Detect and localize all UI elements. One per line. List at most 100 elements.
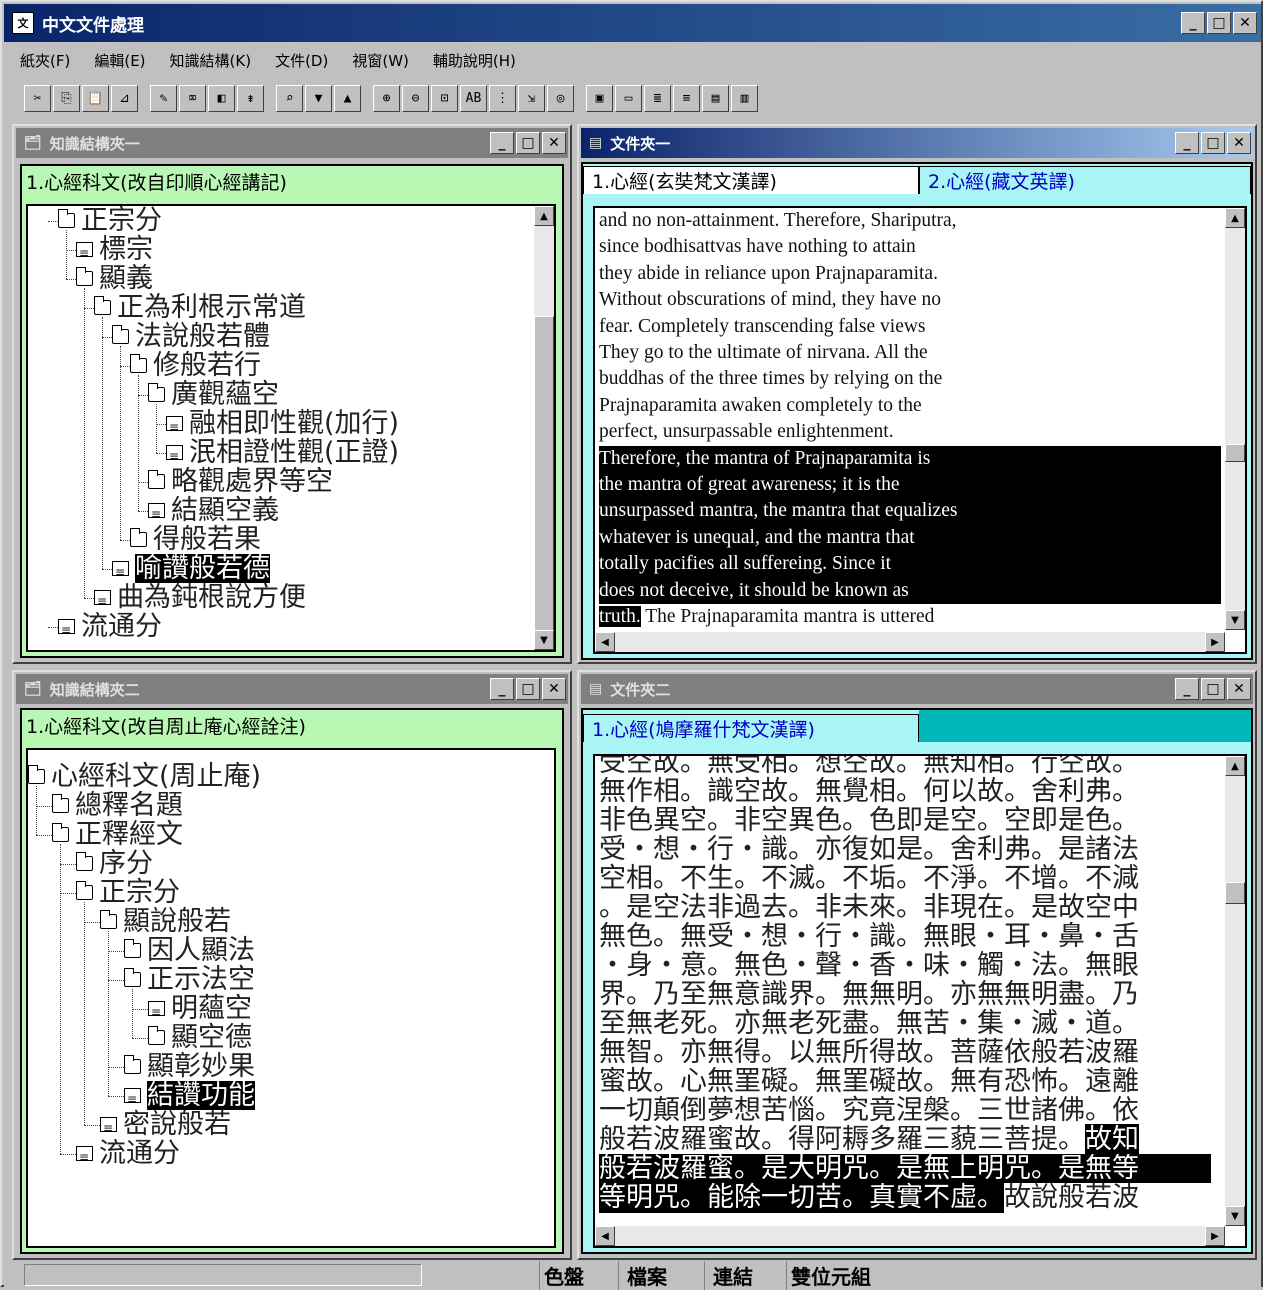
tree-node[interactable]: 融相即性觀(加行) (166, 409, 399, 442)
tree-node[interactable]: 略觀處界等空 (148, 467, 333, 496)
panel-minimize-button[interactable]: _ (490, 678, 514, 700)
scroll-down-button[interactable]: ▼ (1225, 610, 1245, 630)
scroll-right-button[interactable]: ▶ (1205, 1226, 1225, 1246)
doc1-icon[interactable]: ▤ (702, 84, 729, 112)
panel-minimize-button[interactable]: _ (1175, 132, 1199, 154)
export-icon[interactable]: ⇲ (518, 84, 545, 112)
tab-doc-xuanzang[interactable]: 1.心經(玄奘梵文漢譯) (583, 166, 919, 194)
panel-maximize-button[interactable]: □ (1201, 678, 1225, 700)
menu-help[interactable]: 輔助說明(H) (433, 50, 516, 71)
tab-doc-kumarajiva[interactable]: 1.心經(鳩摩羅什梵文漢譯) (583, 714, 919, 742)
palette-icon[interactable]: ◎ (547, 84, 574, 112)
panel-close-button[interactable]: ✕ (542, 678, 566, 700)
status-file[interactable]: 檔案 (618, 1261, 667, 1290)
scroll-right-button[interactable]: ▶ (1205, 632, 1225, 652)
tree-node[interactable]: 顯空德 (148, 1023, 252, 1052)
menu-window[interactable]: 視窗(W) (352, 50, 409, 71)
menu-knowledge[interactable]: 知識結構(K) (170, 50, 252, 71)
panel-minimize-button[interactable]: _ (1175, 678, 1199, 700)
tree-node[interactable]: 顯彰妙果 (124, 1052, 255, 1081)
pen-icon[interactable]: ✎ (150, 84, 177, 112)
tree-node[interactable]: 得般若果 (130, 525, 261, 554)
document-panel-1-titlebar[interactable]: ▤ 文件夾一 _ □ ✕ (581, 128, 1253, 158)
find-icon[interactable]: ⌕ (276, 84, 303, 112)
tree-node[interactable]: 流通分 (58, 612, 162, 645)
eraser-icon[interactable]: ⌧ (179, 84, 206, 112)
tree-node[interactable]: 法說般若體 (112, 322, 270, 351)
tree-node[interactable]: 結顯空義 (148, 496, 279, 529)
panel-maximize-button[interactable]: □ (1201, 132, 1225, 154)
tree-node[interactable]: 喻讚般若德 (112, 554, 270, 587)
tree-node[interactable]: 曲為鈍根說方便 (94, 583, 306, 616)
tree-node[interactable]: 密說般若 (100, 1110, 231, 1143)
scroll-up-button[interactable]: ▲ (1225, 208, 1245, 228)
tree2-icon[interactable]: ≡ (673, 84, 700, 112)
zoom-in-icon[interactable]: ⊕ (373, 84, 400, 112)
tree-node[interactable]: 心經科文(周止庵) (28, 762, 261, 791)
tree1-icon[interactable]: ≣ (644, 84, 671, 112)
menu-document[interactable]: 文件(D) (275, 50, 328, 71)
tree-node[interactable]: 泯相證性觀(正證) (166, 438, 399, 471)
down-arrow-icon[interactable]: ▼ (305, 84, 332, 112)
scroll-thumb[interactable] (1225, 444, 1245, 462)
minimize-button[interactable]: _ (1181, 12, 1205, 34)
scroll-thumb[interactable] (534, 316, 554, 634)
tree-node[interactable]: 廣觀蘊空 (148, 380, 279, 409)
tree-node[interactable]: 結讚功能 (124, 1081, 255, 1114)
sort-icon[interactable]: ⇟ (237, 84, 264, 112)
paste-icon[interactable]: 📋 (82, 84, 109, 112)
panel-close-button[interactable]: ✕ (542, 132, 566, 154)
cut-icon[interactable]: ✂ (24, 84, 51, 112)
tree-node[interactable]: 顯說般若 (100, 907, 231, 936)
doc2-icon[interactable]: ▥ (731, 84, 758, 112)
app-icon[interactable]: 文 (12, 12, 34, 34)
knowledge-panel-2-titlebar[interactable]: 🗂 知識結構夾二 _ □ ✕ (16, 674, 568, 704)
tree-node[interactable]: 顯義 (76, 264, 153, 293)
tree-view-2[interactable]: 心經科文(周止庵)總釋名題正釋經文序分正宗分顯說般若因人顯法正示法空明蘊空顯空德… (26, 748, 556, 1248)
scroll-up-button[interactable]: ▲ (534, 206, 554, 226)
tree-node[interactable]: 流通分 (76, 1139, 180, 1172)
tree-node[interactable]: 正示法空 (124, 965, 255, 994)
doc-1-vscrollbar[interactable]: ▲ ▼ (1225, 208, 1245, 630)
scroll-up-button[interactable]: ▲ (1225, 756, 1245, 776)
knowledge-panel-1-titlebar[interactable]: 🗂 知識結構夾一 _ □ ✕ (16, 128, 568, 158)
panel-maximize-button[interactable]: □ (516, 132, 540, 154)
status-link[interactable]: 連結 (704, 1261, 753, 1290)
document-text-1[interactable]: and no non-attainment. Therefore, Sharip… (593, 206, 1247, 654)
panel-minimize-button[interactable]: _ (490, 132, 514, 154)
tree-node[interactable]: 序分 (76, 849, 153, 878)
menu-edit[interactable]: 編輯(E) (94, 50, 145, 71)
scroll-down-button[interactable]: ▼ (534, 630, 554, 650)
tree-node[interactable]: 正宗分 (76, 878, 180, 907)
close-button[interactable]: ✕ (1233, 12, 1257, 34)
tree-icon[interactable]: ⋮ (489, 84, 516, 112)
copy-icon[interactable]: ⎘ (53, 84, 80, 112)
tree-node[interactable]: 修般若行 (130, 351, 261, 380)
doc-2-vscrollbar[interactable]: ▲ ▼ (1225, 756, 1245, 1226)
document-panel-2-titlebar[interactable]: ▤ 文件夾二 _ □ ✕ (581, 674, 1253, 704)
tree-1-scrollbar[interactable]: ▲ ▼ (534, 206, 554, 650)
tree-view-1[interactable]: 正宗分標宗顯義正為利根示常道法說般若體修般若行廣觀蘊空融相即性觀(加行)泯相證性… (26, 204, 556, 652)
status-double-byte[interactable]: 雙位元組 (786, 1261, 871, 1290)
bucket-icon[interactable]: ◧ (208, 84, 235, 112)
scroll-left-button[interactable]: ◀ (595, 632, 615, 652)
tree-node[interactable]: 明蘊空 (148, 994, 252, 1027)
tab-doc-tibetan-english[interactable]: 2.心經(藏文英譯) (919, 166, 1251, 194)
menu-folder[interactable]: 紙夾(F) (20, 50, 70, 71)
panel-close-button[interactable]: ✕ (1227, 132, 1251, 154)
window-icon[interactable]: ▣ (586, 84, 613, 112)
panel-close-button[interactable]: ✕ (1227, 678, 1251, 700)
doc-1-hscrollbar[interactable]: ◀ ▶ (595, 632, 1225, 652)
app-titlebar[interactable]: 文 中文文件處理 _ □ ✕ (4, 4, 1261, 42)
maximize-button[interactable]: □ (1207, 12, 1231, 34)
scroll-thumb[interactable] (1225, 882, 1245, 904)
tree-node[interactable]: 正釋經文 (52, 820, 183, 849)
document-text-2[interactable]: 受空故。無受相。想空故。無知相。行空故。 無作相。識空故。無覺相。何以故。舍利弗。… (593, 754, 1247, 1248)
folder-icon[interactable]: ▭ (615, 84, 642, 112)
zoom-out-icon[interactable]: ⊖ (402, 84, 429, 112)
status-palette[interactable]: 色盤 (539, 1261, 584, 1290)
up-arrow-icon[interactable]: ▲ (334, 84, 361, 112)
doc-2-hscrollbar[interactable]: ◀ ▶ (595, 1226, 1225, 1246)
knowledge-structure-title[interactable]: 1.心經科文(改自周止庵心經詮注) (26, 712, 306, 739)
zoom-fit-icon[interactable]: ⊡ (431, 84, 458, 112)
